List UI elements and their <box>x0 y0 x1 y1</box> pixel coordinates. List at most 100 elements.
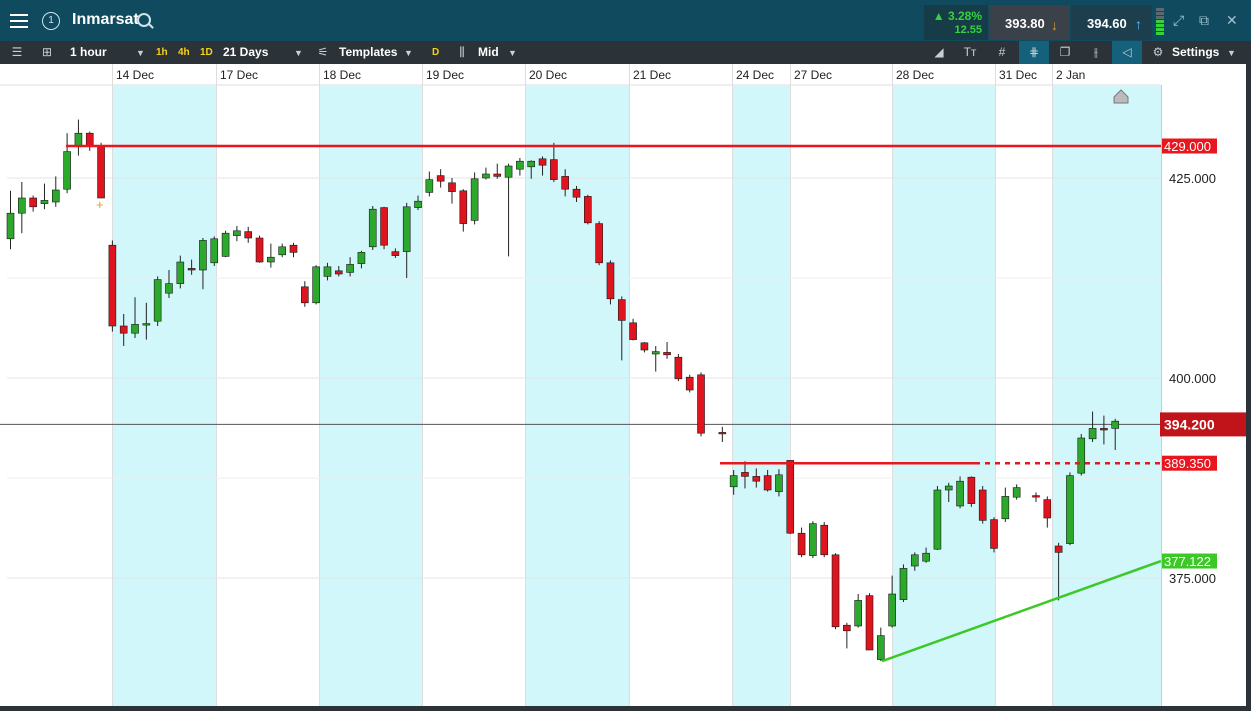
search-icon[interactable] <box>137 13 151 27</box>
candle-up <box>425 179 434 193</box>
candle-down <box>301 286 309 304</box>
candle-up <box>165 283 173 294</box>
templates-icon: ⚟ <box>317 45 329 59</box>
candle-up <box>63 151 71 190</box>
crosshair-icon[interactable]: ⋕ <box>1027 45 1041 59</box>
date-label: 14 Dec <box>116 68 154 82</box>
candle-up <box>809 523 817 556</box>
list-icon[interactable]: ☰ <box>10 45 24 59</box>
level-label-429: 429.000 <box>1164 139 1211 154</box>
date-axis-background <box>0 64 1161 85</box>
date-label: 20 Dec <box>529 68 567 82</box>
candle-up <box>775 474 783 492</box>
templates-button[interactable]: Templates <box>339 41 397 64</box>
candle-down <box>561 176 569 190</box>
date-label: 27 Dec <box>794 68 832 82</box>
candle-up <box>346 264 354 273</box>
change-absolute: 12.55 <box>954 24 982 36</box>
d-toggle[interactable]: D <box>432 41 439 64</box>
candle-down <box>108 244 117 327</box>
current-price-tag: 394.200 <box>1164 416 1215 432</box>
candle-down <box>663 352 671 356</box>
instrument-title[interactable]: Inmarsat <box>72 11 139 29</box>
candle-down <box>763 475 772 491</box>
candle-down <box>187 268 196 271</box>
candle-up <box>877 635 885 660</box>
candle-up <box>312 266 320 304</box>
candle-up <box>1012 487 1021 498</box>
candle-up <box>357 252 366 264</box>
candle-down <box>119 325 128 334</box>
candle-down <box>831 554 840 628</box>
popout-icon[interactable]: ⧉ <box>1199 12 1209 29</box>
gear-icon[interactable]: ⚙ <box>1151 45 1165 59</box>
quick-interval-4h[interactable]: 4h <box>178 41 190 64</box>
layout-icon[interactable]: ⊞ <box>40 45 54 59</box>
candle-up <box>899 568 908 600</box>
draw-line-icon[interactable]: ◢ <box>932 45 946 59</box>
candle-up <box>910 554 919 567</box>
date-label: 21 Dec <box>633 68 671 82</box>
buy-button[interactable]: 394.60 ↑ <box>1071 5 1152 40</box>
date-label: 17 Dec <box>220 68 258 82</box>
candle-up <box>729 475 738 488</box>
candle-down <box>865 595 874 651</box>
candle-up <box>1001 496 1010 520</box>
candle-up <box>1077 437 1086 474</box>
text-tool-icon[interactable]: Tт <box>963 45 977 59</box>
candle-down <box>538 158 547 166</box>
hamburger-menu-icon[interactable] <box>10 14 28 28</box>
change-percent: ▲ 3.28% <box>933 9 982 23</box>
candle-up <box>6 212 15 240</box>
range-select[interactable]: 21 Days <box>223 41 268 64</box>
sell-button[interactable]: 393.80 ↓ <box>989 5 1070 40</box>
candle-down <box>334 270 343 275</box>
candle-down <box>572 188 581 198</box>
candle-down <box>786 460 795 534</box>
expand-icon[interactable]: ⤢ <box>1173 12 1184 29</box>
candle-down <box>741 472 749 477</box>
candle-up <box>482 173 490 179</box>
layers-icon[interactable]: ❐ <box>1058 45 1072 59</box>
sell-price: 393.80 <box>1005 16 1045 31</box>
price-type-select[interactable]: Mid <box>478 41 499 64</box>
change-percent-value: 3.28% <box>947 9 982 23</box>
quick-interval-1h[interactable]: 1h <box>156 41 168 64</box>
window-number-icon[interactable]: 1 <box>42 12 60 30</box>
candle-up <box>40 200 49 204</box>
candle-up <box>956 480 964 507</box>
candle-down <box>29 197 37 208</box>
interval-select[interactable]: 1 hour <box>70 41 107 64</box>
settings-button[interactable]: Settings <box>1172 41 1219 64</box>
candle-down <box>380 207 388 246</box>
candle-down <box>990 519 998 549</box>
close-icon[interactable]: ✕ <box>1226 12 1238 29</box>
candle-down <box>391 251 400 256</box>
candle-up <box>504 165 513 178</box>
candle-up <box>368 208 377 248</box>
date-label: 31 Dec <box>999 68 1037 82</box>
signal-strength-icon <box>1156 8 1164 36</box>
candle-up <box>74 132 83 147</box>
price-tick-label: 400.000 <box>1169 371 1216 386</box>
indicator-icon[interactable]: ⫲ <box>1089 45 1103 59</box>
candle-down <box>697 374 705 434</box>
grid-icon[interactable]: # <box>995 45 1009 59</box>
price-chart[interactable]: 14 Dec 17 Dec 18 Dec 19 Dec 20 Dec 21 Dec 24 D… <box>0 64 1251 706</box>
chart-toolbar: ☰ ⊞ 1 hour ▼ 1h 4h 1D 21 Days ▼ ⚟ Templa… <box>0 41 1251 65</box>
level-label-389: 389.350 <box>1164 456 1211 471</box>
candle-up <box>402 206 411 252</box>
chevron-down-icon: ▼ <box>404 48 413 58</box>
date-label: 2 Jan <box>1056 68 1085 82</box>
candle-up <box>414 200 422 208</box>
candle-up <box>854 600 862 627</box>
candlestick-icon: ⫼ <box>459 45 465 59</box>
candle-down <box>967 476 976 504</box>
candle-down <box>674 356 683 380</box>
quick-interval-1d[interactable]: 1D <box>200 41 213 64</box>
price-label-icon[interactable]: ◁ <box>1120 45 1134 59</box>
candle-down <box>797 532 806 556</box>
candle-down <box>843 624 851 632</box>
candle-up <box>210 238 219 264</box>
candle-down <box>255 237 264 263</box>
